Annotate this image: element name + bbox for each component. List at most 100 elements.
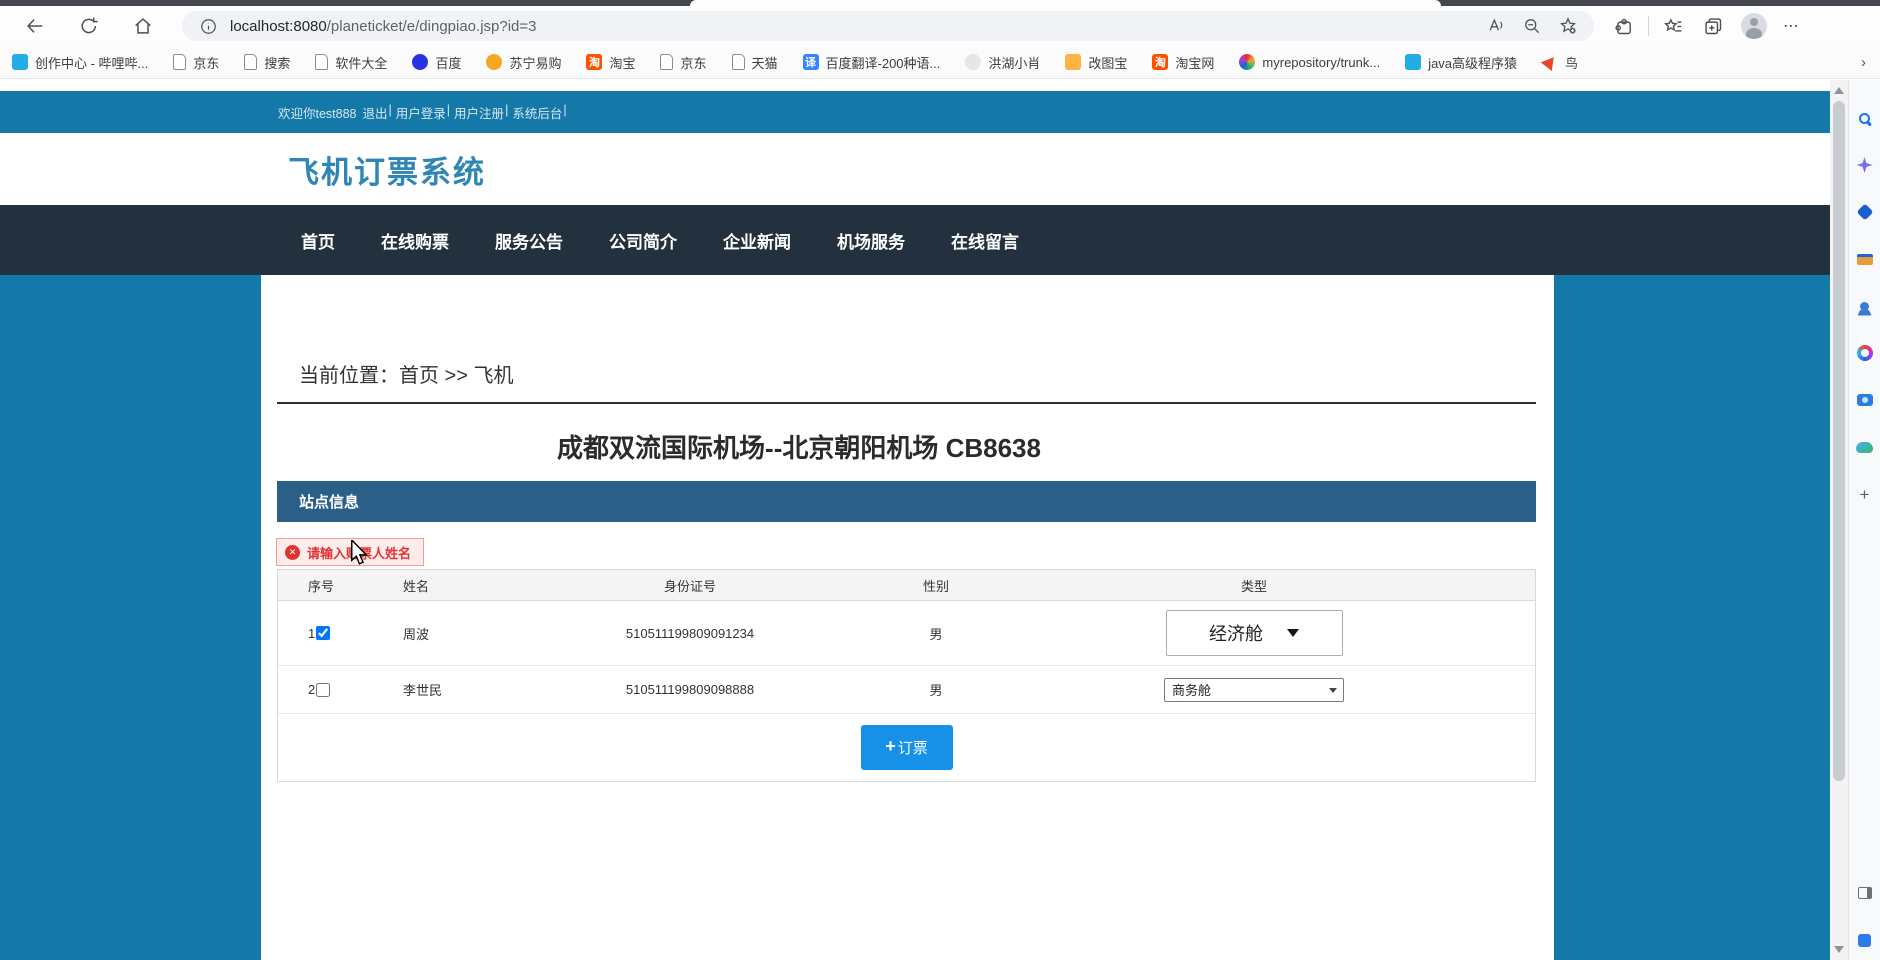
bookmark-item[interactable]: 改图宝 xyxy=(1065,53,1127,72)
read-aloud-icon[interactable] xyxy=(1484,14,1508,38)
address-bar[interactable]: localhost:8080/planeticket/e/dingpiao.js… xyxy=(182,11,1594,41)
bookmarks-overflow-chevron[interactable]: › xyxy=(1861,54,1866,71)
nav-company-profile[interactable]: 公司简介 xyxy=(609,228,677,253)
bookmark-item[interactable]: 创作中心 - 哔哩哔... xyxy=(12,53,148,72)
bookmark-item[interactable]: 淘 淘宝网 xyxy=(1152,53,1214,72)
taobao-icon: 淘 xyxy=(586,54,602,70)
nav-buy-ticket[interactable]: 在线购票 xyxy=(381,228,449,253)
passenger-checkbox[interactable] xyxy=(316,626,330,640)
scroll-up-arrow[interactable] xyxy=(1834,87,1844,94)
home-icon[interactable] xyxy=(129,12,157,40)
web-page: 欢迎你test888 退出| 用户登录| 用户注册| 系统后台| 飞机订票系统 xyxy=(0,80,1830,960)
validation-tooltip: ✕ 请输入购票人姓名 xyxy=(276,538,424,566)
row-number: 2 xyxy=(308,682,315,697)
bookmark-item[interactable]: 京东 xyxy=(660,53,706,72)
refresh-icon[interactable] xyxy=(75,12,103,40)
bookmark-label: 软件大全 xyxy=(335,53,387,72)
back-icon[interactable] xyxy=(21,12,49,40)
site-info-icon[interactable] xyxy=(196,14,220,38)
col-header-name: 姓名 xyxy=(391,576,531,595)
table-row: 2 李世民 510511199809098888 男 商务舱 xyxy=(278,666,1535,714)
page-top-gap xyxy=(0,80,1830,91)
browser-window: localhost:8080/planeticket/e/dingpiao.js… xyxy=(0,0,1880,960)
table-row: 1 周波 510511199809091234 男 经济舱 xyxy=(278,601,1535,666)
screenshot-icon[interactable] xyxy=(1855,390,1875,410)
bookmark-item[interactable]: 洪湖小肖 xyxy=(965,53,1040,72)
section-title: 站点信息 xyxy=(299,491,359,512)
bookmark-label: 淘宝 xyxy=(609,53,635,72)
zoom-out-icon[interactable] xyxy=(1520,14,1544,38)
cabin-select[interactable]: 商务舱 xyxy=(1164,678,1344,702)
bookmark-label: java高级程序猿 xyxy=(1428,53,1517,72)
open-panel-icon[interactable] xyxy=(1855,883,1875,903)
bookmark-item[interactable]: 译 百度翻译-200种语... xyxy=(803,53,941,72)
apps-icon[interactable] xyxy=(1855,930,1875,950)
scrollbar-thumb[interactable] xyxy=(1833,101,1845,781)
bookmark-item[interactable]: myrepository/trunk... xyxy=(1239,54,1380,70)
bookmark-item[interactable]: 搜索 xyxy=(244,53,290,72)
passenger-gender: 男 xyxy=(849,624,1023,643)
nav-home[interactable]: 首页 xyxy=(301,228,335,253)
passenger-name: 周波 xyxy=(391,624,531,643)
add-favorite-icon[interactable] xyxy=(1556,14,1580,38)
logout-link[interactable]: 退出 xyxy=(363,103,388,122)
nav-airport-service[interactable]: 机场服务 xyxy=(837,228,905,253)
bookmark-item[interactable]: 鸟 xyxy=(1542,53,1578,72)
passenger-id-number: 510511199809098888 xyxy=(531,682,849,697)
bookmarks-bar: 创作中心 - 哔哩哔... 京东 搜索 软件大全 百度 xyxy=(0,46,1880,79)
games-icon[interactable] xyxy=(1855,296,1875,316)
bing-search-icon[interactable] xyxy=(1855,108,1875,128)
nav-company-news[interactable]: 企业新闻 xyxy=(723,228,791,253)
url-host: localhost:8080 xyxy=(230,18,327,35)
page-icon xyxy=(173,54,186,70)
page-scrollbar[interactable] xyxy=(1830,80,1848,960)
nav-service-notice[interactable]: 服务公告 xyxy=(495,228,563,253)
bookmark-item[interactable]: 京东 xyxy=(173,53,219,72)
shopping-tag-icon[interactable] xyxy=(1855,202,1875,222)
settings-menu-icon[interactable]: ⋯ xyxy=(1783,16,1800,36)
breadcrumb[interactable]: 当前位置：首页 >> 飞机 xyxy=(299,275,1554,388)
login-link[interactable]: 用户登录 xyxy=(396,103,446,122)
register-link[interactable]: 用户注册 xyxy=(454,103,504,122)
nav-message-board[interactable]: 在线留言 xyxy=(951,228,1019,253)
col-header-id: 身份证号 xyxy=(531,576,849,595)
edge-sidebar xyxy=(1848,80,1880,960)
repository-icon xyxy=(1239,54,1255,70)
chevron-down-icon xyxy=(1329,688,1337,693)
bookmark-label: 搜索 xyxy=(264,53,290,72)
bookmark-item[interactable]: 软件大全 xyxy=(315,53,387,72)
url-text[interactable]: localhost:8080/planeticket/e/dingpiao.js… xyxy=(230,18,537,35)
error-message: 请输入购票人姓名 xyxy=(307,543,411,562)
microsoft-365-icon[interactable] xyxy=(1855,343,1875,363)
scroll-down-arrow[interactable] xyxy=(1834,946,1844,953)
cloud-icon[interactable] xyxy=(1855,437,1875,457)
bookmark-item[interactable]: 天猫 xyxy=(732,53,778,72)
section-header: 站点信息 xyxy=(277,481,1536,522)
toolbar-right: ⋯ xyxy=(1604,12,1808,40)
bookmark-label: 洪湖小肖 xyxy=(988,53,1040,72)
cabin-selected-value: 经济舱 xyxy=(1209,620,1263,646)
bookmark-item[interactable]: java高级程序猿 xyxy=(1405,53,1517,72)
col-header-gender: 性别 xyxy=(849,576,1023,595)
page-icon xyxy=(244,54,257,70)
add-to-sidebar-icon[interactable] xyxy=(1855,484,1875,504)
page-icon xyxy=(660,54,673,70)
plus-icon: + xyxy=(885,736,896,757)
collections-icon[interactable] xyxy=(1699,12,1727,40)
extensions-icon[interactable] xyxy=(1610,12,1638,40)
bookmark-item[interactable]: 百度 xyxy=(412,53,461,72)
cabin-selected-value: 商务舱 xyxy=(1172,680,1211,699)
cabin-select-open-style[interactable]: 经济舱 xyxy=(1166,610,1343,656)
baidu-icon xyxy=(412,54,428,70)
copilot-icon[interactable] xyxy=(1855,155,1875,175)
toolbox-icon[interactable] xyxy=(1855,249,1875,269)
bookmark-item[interactable]: 苏宁易购 xyxy=(486,53,561,72)
passenger-checkbox[interactable] xyxy=(316,683,330,697)
book-ticket-button[interactable]: + 订票 xyxy=(861,725,953,770)
favorites-icon[interactable] xyxy=(1659,12,1687,40)
bookmark-item[interactable]: 淘 淘宝 xyxy=(586,53,635,72)
passenger-table: 序号 姓名 身份证号 性别 类型 1 周波 510511199809091234 xyxy=(277,569,1536,782)
admin-link[interactable]: 系统后台 xyxy=(512,103,562,122)
profile-avatar[interactable] xyxy=(1741,13,1767,39)
bookmark-label: 天猫 xyxy=(752,53,778,72)
